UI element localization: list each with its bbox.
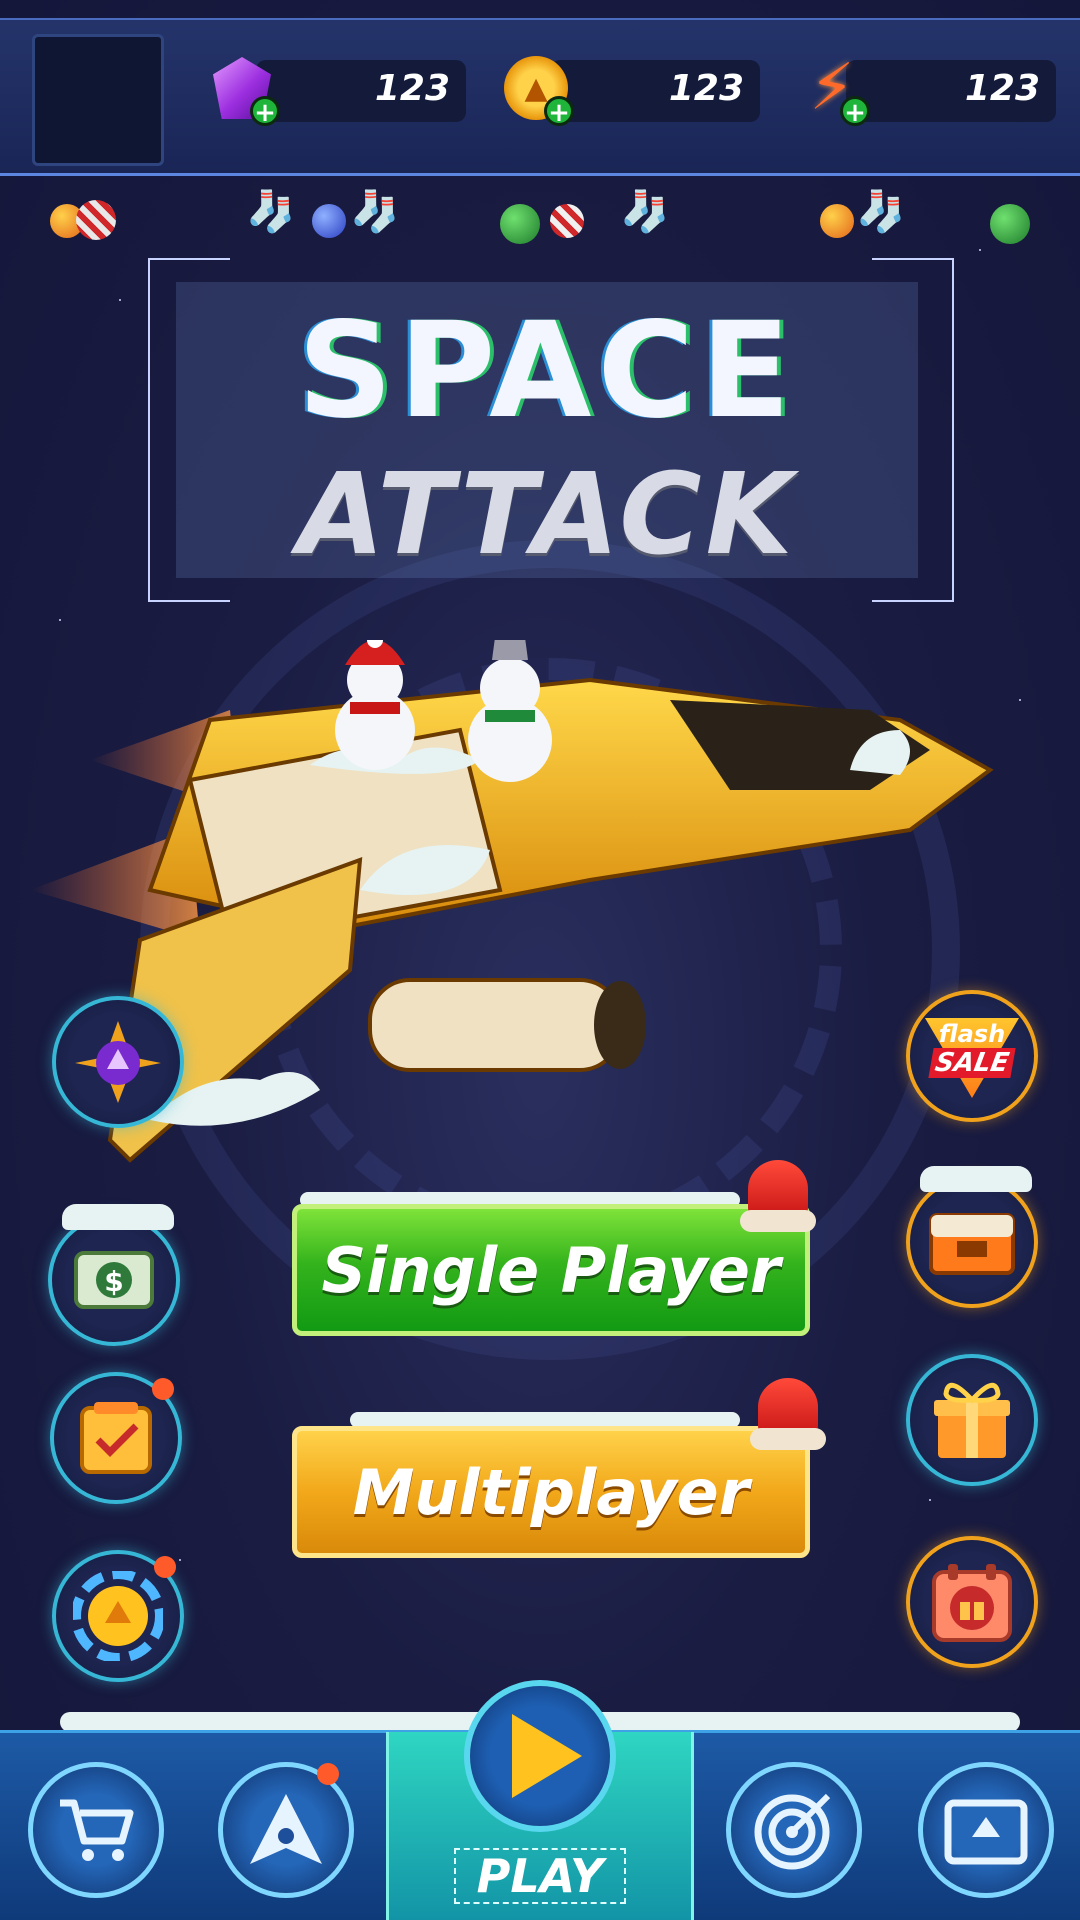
right-ornaments: 🧦: [820, 178, 1030, 244]
santa-hat-decoration: [740, 1160, 816, 1236]
stocking-ornaments: 🧦 🧦: [246, 178, 400, 238]
ship-engine-pod: [368, 978, 622, 1072]
spin-wheel-icon: [73, 1571, 163, 1661]
dollar-icon: $: [74, 1251, 154, 1309]
single-player-button[interactable]: Single Player: [292, 1204, 810, 1336]
spaceship-icon: [250, 1794, 322, 1864]
nav-shop[interactable]: [28, 1762, 164, 1898]
add-gems-button[interactable]: +: [250, 96, 280, 127]
gift-button[interactable]: [906, 1354, 1038, 1486]
add-coins-button[interactable]: +: [544, 96, 574, 127]
energy-counter: ⚡ + 123: [810, 56, 1056, 127]
lucky-wheel-button[interactable]: [52, 1550, 184, 1682]
ship-rank-icon: [75, 1021, 161, 1103]
chest-icon: [944, 1799, 1028, 1865]
notification-dot: [152, 1378, 174, 1400]
coin-value: 123: [668, 68, 744, 109]
svg-text:$: $: [104, 1265, 123, 1298]
cash-shop-button[interactable]: $: [48, 1204, 180, 1346]
snowman-bucket-hat: [468, 640, 552, 782]
target-icon: [754, 1793, 831, 1870]
gift-icon: [934, 1382, 1010, 1458]
play-label[interactable]: PLAY: [454, 1848, 626, 1904]
nav-chest[interactable]: [918, 1762, 1054, 1898]
title-line-1: SPACE: [297, 294, 797, 448]
snow-cap: [920, 1166, 1032, 1192]
gem-value: 123: [374, 68, 450, 109]
play-button[interactable]: [464, 1680, 616, 1832]
ornament-cluster: [50, 178, 120, 240]
play-icon: [512, 1714, 582, 1798]
gem-counter: + 123: [213, 57, 466, 127]
checklist-icon: [80, 1402, 152, 1474]
spaceship-illustration: [30, 640, 994, 1163]
top-resource-bar: + 123 ▲ + 123 ⚡ + 123: [0, 18, 1080, 176]
cart-icon: [60, 1799, 134, 1861]
snow-cap: [62, 1204, 174, 1230]
crate-button[interactable]: [906, 1166, 1038, 1308]
coin-counter: ▲ + 123: [504, 56, 760, 127]
engine-nozzle: [594, 981, 646, 1069]
title-line-2: ATTACK: [297, 450, 797, 580]
flash-sale-button[interactable]: flash SALE: [906, 990, 1038, 1122]
notification-dot: [154, 1556, 176, 1578]
energy-value: 123: [964, 68, 1040, 109]
missions-button[interactable]: [50, 1372, 182, 1504]
player-avatar[interactable]: [32, 34, 164, 166]
santa-hat-decoration: [750, 1378, 826, 1454]
flash-sale-badge: flash SALE: [925, 1014, 1019, 1098]
ship-upgrade-button[interactable]: [52, 996, 184, 1128]
snowman-santa-hat: [335, 640, 415, 770]
calendar-gift-icon: [932, 1564, 1012, 1642]
nav-hangar[interactable]: [218, 1762, 354, 1898]
game-title-logo: SPACE ATTACK: [176, 282, 918, 580]
add-energy-button[interactable]: +: [840, 96, 870, 127]
nav-missions-target[interactable]: [726, 1762, 862, 1898]
multiplayer-button[interactable]: Multiplayer: [292, 1426, 810, 1558]
ball-ornaments: 🧦: [500, 178, 670, 244]
notification-dot: [317, 1763, 339, 1785]
flash-sale-line2: SALE: [928, 1048, 1016, 1078]
flash-sale-line1: flash: [938, 1020, 1006, 1048]
crate-icon: [929, 1213, 1015, 1275]
daily-gift-button[interactable]: [906, 1536, 1038, 1668]
